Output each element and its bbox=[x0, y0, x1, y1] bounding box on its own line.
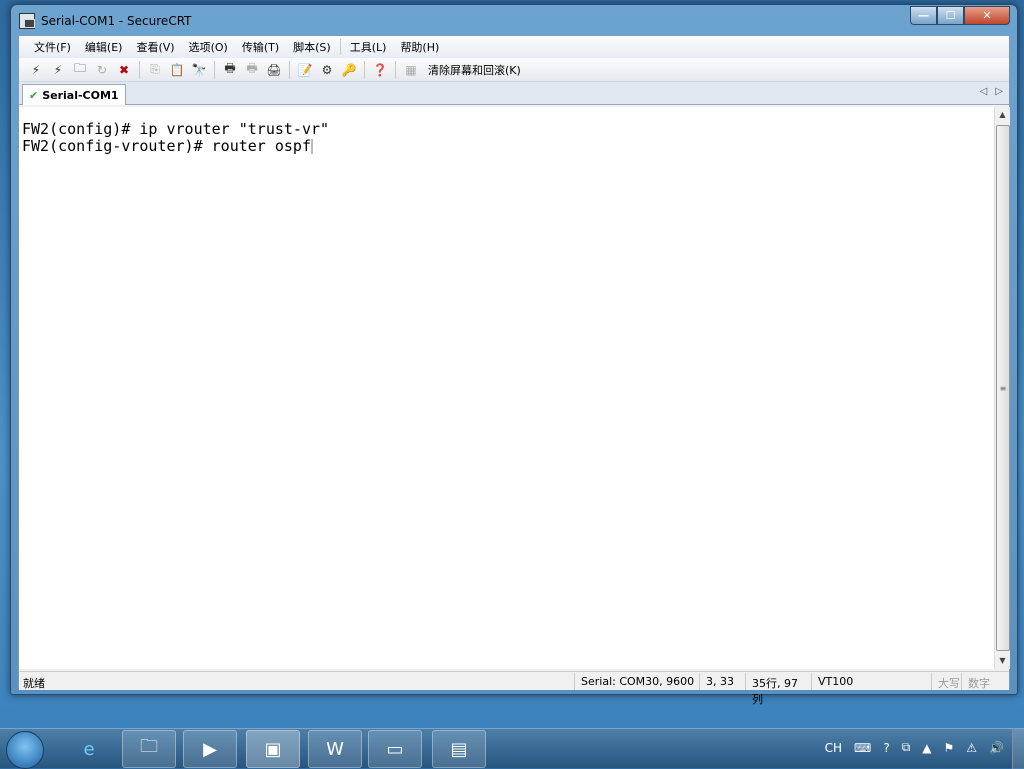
toolbar-separator bbox=[289, 60, 290, 79]
menu-separator bbox=[339, 39, 341, 55]
reconnect-icon[interactable]: ↻ bbox=[93, 61, 111, 79]
clear-screen-button[interactable]: 清除屏幕和回滚(K) bbox=[428, 62, 521, 78]
tab-serial-com1[interactable]: ✔ Serial-COM1 bbox=[22, 84, 126, 105]
status-connection: Serial: COM30, 9600 bbox=[574, 673, 704, 690]
minimize-button[interactable]: — bbox=[910, 6, 937, 25]
toolbar: ⚡ ⚡ 🗀 ↻ ✖ ⎘ 📋 🔭 🖶 🖶 🖨 📝 ⚙ 🔑 ❓ ▦ 清除屏幕和回滚(… bbox=[19, 58, 1009, 82]
restore-icon[interactable]: ⧉ bbox=[902, 740, 911, 755]
action-center-flag-icon[interactable]: ⚑ bbox=[944, 741, 955, 755]
menu-view[interactable]: 查看(V) bbox=[129, 39, 181, 55]
window-controls: — ☐ ✕ bbox=[910, 6, 1010, 26]
menu-help[interactable]: 帮助(H) bbox=[393, 39, 446, 55]
clear-screen-icon[interactable]: ▦ bbox=[402, 61, 420, 79]
scroll-down-arrow-icon[interactable]: ▼ bbox=[995, 653, 1010, 669]
connect-icon[interactable]: ⚡ bbox=[27, 61, 45, 79]
scroll-up-arrow-icon[interactable]: ▲ bbox=[995, 107, 1010, 123]
find-icon[interactable]: 🔭 bbox=[190, 61, 208, 79]
connect-tab-icon[interactable]: 🗀 bbox=[71, 61, 89, 79]
vertical-scrollbar[interactable]: ▲ ≡ ▼ bbox=[994, 107, 1010, 669]
quick-connect-icon[interactable]: ⚡ bbox=[49, 61, 67, 79]
menu-options[interactable]: 选项(O) bbox=[182, 39, 235, 55]
show-desktop-button[interactable] bbox=[1012, 729, 1024, 769]
menu-file[interactable]: 文件(F) bbox=[27, 39, 78, 55]
print-icon[interactable]: 🖨 bbox=[265, 61, 283, 79]
file-explorer-icon[interactable]: 🗀 bbox=[122, 730, 176, 768]
window-title: Serial-COM1 - SecureCRT bbox=[41, 14, 192, 28]
status-ready: 就绪 bbox=[23, 677, 45, 690]
tab-scroll-right-button[interactable]: ▷ bbox=[995, 86, 1003, 97]
menu-transfer[interactable]: 传输(T) bbox=[235, 39, 286, 55]
start-button[interactable] bbox=[6, 731, 44, 769]
securecrt-taskbar-icon[interactable]: ▣ bbox=[246, 730, 300, 768]
status-cursor-position: 3, 33 bbox=[699, 673, 749, 690]
help-tray-icon[interactable]: ? bbox=[883, 741, 889, 755]
print-screen-icon[interactable]: 🖶 bbox=[221, 61, 239, 79]
print-selection-icon[interactable]: 🖶 bbox=[243, 61, 261, 79]
terminal-line: FW2(config-vrouter)# router ospf bbox=[22, 137, 311, 155]
network-warning-icon[interactable]: ⚠ bbox=[966, 741, 977, 755]
terminal-line: FW2(config)# ip vrouter "trust-vr" bbox=[22, 120, 330, 138]
volume-icon[interactable]: 🔊 bbox=[989, 741, 1004, 755]
scrollbar-thumb[interactable]: ≡ bbox=[996, 125, 1010, 651]
toolbar-separator bbox=[364, 60, 365, 79]
status-emulation: VT100 bbox=[811, 673, 931, 690]
menu-script[interactable]: 脚本(S) bbox=[286, 39, 338, 55]
paste-icon[interactable]: 📋 bbox=[168, 61, 186, 79]
language-indicator[interactable]: CH bbox=[825, 741, 842, 755]
toolbar-separator bbox=[395, 60, 396, 79]
internet-explorer-icon[interactable]: e bbox=[62, 730, 116, 768]
toolbar-separator bbox=[139, 60, 140, 79]
securecrt-app-icon bbox=[19, 13, 35, 29]
taskbar: e 🗀 ▶ ▣ W ▭ ▤ CH ⌨ ? ⧉ ▲ ⚑ ⚠ 🔊 bbox=[0, 728, 1024, 769]
title-bar: Serial-COM1 - SecureCRT bbox=[19, 11, 192, 31]
menu-bar: 文件(F) 编辑(E) 查看(V) 选项(O) 传输(T) 脚本(S) 工具(L… bbox=[19, 36, 1009, 58]
connected-check-icon: ✔ bbox=[29, 88, 39, 102]
media-player-icon[interactable]: ▶ bbox=[183, 730, 237, 768]
app-window-icon[interactable]: ▤ bbox=[432, 730, 486, 768]
key-icon[interactable]: 🔑 bbox=[340, 61, 358, 79]
help-icon[interactable]: ❓ bbox=[371, 61, 389, 79]
terminal-cursor bbox=[310, 139, 313, 154]
show-hidden-icons-icon[interactable]: ▲ bbox=[922, 741, 931, 755]
status-terminal-size: 35行, 97列 bbox=[745, 673, 811, 706]
status-bar: 就绪 Serial: COM30, 9600 3, 33 35行, 97列 VT… bbox=[19, 671, 1009, 706]
menu-edit[interactable]: 编辑(E) bbox=[78, 39, 130, 55]
tab-bar: ✔ Serial-COM1 ◁ ▷ bbox=[19, 82, 1009, 105]
wps-writer-icon[interactable]: W bbox=[308, 730, 362, 768]
menu-tools[interactable]: 工具(L) bbox=[343, 39, 394, 55]
session-options-icon[interactable]: 📝 bbox=[296, 61, 314, 79]
tab-label: Serial-COM1 bbox=[42, 88, 119, 102]
keyboard-icon[interactable]: ⌨ bbox=[854, 741, 871, 755]
maximize-button[interactable]: ☐ bbox=[937, 6, 964, 25]
toolbar-separator bbox=[214, 60, 215, 79]
image-viewer-icon[interactable]: ▭ bbox=[368, 730, 422, 768]
securecrt-window: Serial-COM1 - SecureCRT — ☐ ✕ 文件(F) 编辑(E… bbox=[10, 4, 1018, 706]
terminal[interactable]: FW2(config)# ip vrouter "trust-vr" FW2(co… bbox=[19, 107, 994, 669]
tab-scroll-left-button[interactable]: ◁ bbox=[980, 86, 988, 97]
client-area: 文件(F) 编辑(E) 查看(V) 选项(O) 传输(T) 脚本(S) 工具(L… bbox=[18, 35, 1010, 706]
status-num: 数字 bbox=[961, 673, 996, 690]
close-button[interactable]: ✕ bbox=[964, 6, 1010, 25]
global-options-icon[interactable]: ⚙ bbox=[318, 61, 336, 79]
system-tray: CH ⌨ ? ⧉ ▲ ⚑ ⚠ 🔊 bbox=[825, 740, 1004, 755]
copy-icon[interactable]: ⎘ bbox=[146, 61, 164, 79]
disconnect-icon[interactable]: ✖ bbox=[115, 61, 133, 79]
